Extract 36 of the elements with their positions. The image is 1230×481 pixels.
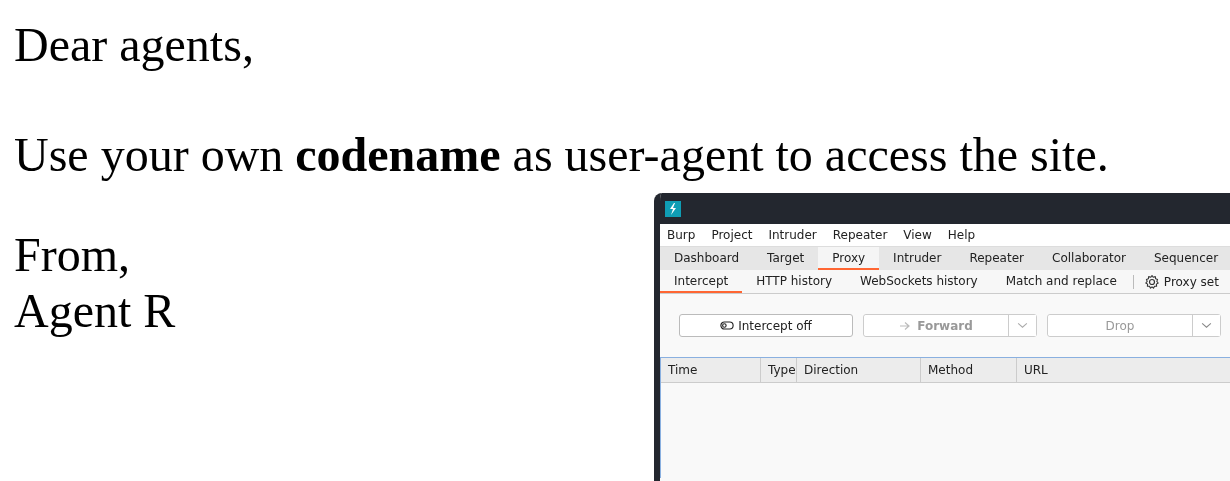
message-text: Use your own codename as user-agent to access the site. — [14, 127, 1110, 183]
arrow-icon — [899, 320, 912, 331]
caret-icon — [1017, 322, 1028, 329]
caret-icon — [1201, 322, 1212, 329]
dropdown-button[interactable] — [1008, 315, 1036, 336]
tab[interactable]: Dashboard — [660, 247, 754, 270]
tab[interactable]: Intruder — [879, 247, 956, 270]
column-header[interactable]: Method — [921, 358, 1017, 382]
tab[interactable]: Proxy — [818, 247, 880, 270]
settings-icon — [1143, 273, 1160, 290]
tab[interactable]: Match and replace — [991, 270, 1131, 293]
column-header[interactable]: URL — [1017, 358, 1230, 382]
tab[interactable]: HTTP history — [742, 270, 846, 293]
tab[interactable]: Target — [753, 247, 819, 270]
column-header[interactable]: Type — [761, 358, 797, 382]
lightning-icon — [665, 200, 681, 217]
tab[interactable]: Collaborator — [1038, 247, 1140, 270]
menu-item[interactable]: Project — [711, 228, 753, 242]
intercept-button[interactable]: Intercept off — [679, 314, 853, 337]
closing-text: From, — [14, 227, 131, 283]
toggle-icon — [720, 321, 735, 330]
tab[interactable]: Repeater — [955, 247, 1038, 270]
menu-item[interactable]: Repeater — [832, 228, 888, 242]
signature-text: Agent R — [14, 283, 177, 339]
menu-item[interactable]: View — [903, 228, 932, 242]
menu-item[interactable]: Help — [947, 228, 976, 242]
dropdown-button[interactable] — [1192, 315, 1220, 336]
tab[interactable]: WebSockets history — [846, 270, 992, 293]
tab[interactable]: Sequencer — [1139, 247, 1230, 270]
tab[interactable]: Intercept — [660, 270, 743, 293]
column-header[interactable]: Direction — [797, 358, 921, 382]
greeting-text: Dear agents, — [14, 17, 255, 73]
menu-item[interactable]: Intruder — [768, 228, 817, 242]
menu-item[interactable]: Burp — [667, 228, 696, 242]
proxy-settings-link[interactable]: Proxy set — [1163, 274, 1219, 289]
column-header[interactable]: Time — [661, 358, 761, 382]
